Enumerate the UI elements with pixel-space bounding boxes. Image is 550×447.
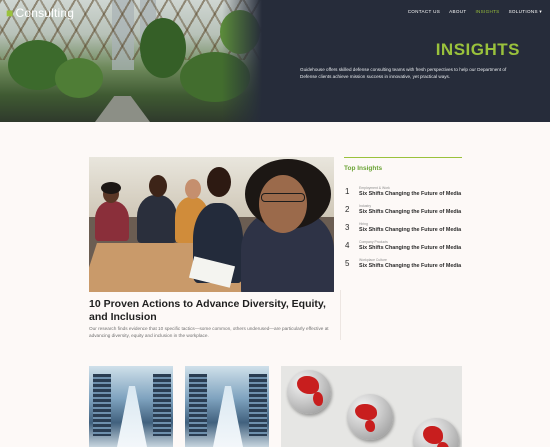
- brand-logo[interactable]: ■ Consulting: [6, 6, 74, 20]
- list-item[interactable]: 5 Workplace Culture Six Shifts Changing …: [344, 258, 462, 276]
- top-insights-list: 1 Employment & Work Six Shifts Changing …: [344, 186, 462, 276]
- feature-summary: Our research finds evidence that 10 spec…: [89, 326, 329, 338]
- article-card-image[interactable]: [89, 366, 173, 447]
- item-category: Industry: [359, 204, 372, 208]
- item-title[interactable]: Six Shifts Changing the Future of Media: [359, 227, 461, 233]
- globe-icon: [347, 394, 393, 440]
- item-category: Employment & Work: [359, 186, 390, 190]
- list-item[interactable]: 3 Hiring Six Shifts Changing the Future …: [344, 222, 462, 240]
- item-title[interactable]: Six Shifts Changing the Future of Media: [359, 191, 461, 197]
- item-title[interactable]: Six Shifts Changing the Future of Media: [359, 209, 461, 215]
- nav-solutions[interactable]: SOLUTIONS ▾: [509, 9, 542, 15]
- hero-description: Guidehouse offers skilled defense consul…: [300, 67, 507, 79]
- hero-banner: ■ Consulting CONTACT US ABOUT INSIGHTS SO…: [0, 0, 550, 122]
- item-number: 1: [345, 187, 350, 196]
- globe-icon: [413, 418, 459, 447]
- list-item[interactable]: 1 Employment & Work Six Shifts Changing …: [344, 186, 462, 204]
- item-title[interactable]: Six Shifts Changing the Future of Media: [359, 263, 461, 269]
- item-number: 4: [345, 241, 350, 250]
- item-number: 2: [345, 205, 350, 214]
- nav-about[interactable]: ABOUT: [449, 9, 466, 15]
- feature-title[interactable]: 10 Proven Actions to Advance Diversity, …: [89, 298, 339, 323]
- nav-contact-us[interactable]: CONTACT US: [408, 9, 440, 15]
- feature-image[interactable]: [89, 157, 334, 292]
- main-nav: CONTACT US ABOUT INSIGHTS SOLUTIONS ▾: [408, 9, 542, 15]
- item-category: Company Products: [359, 240, 388, 244]
- divider: [340, 290, 341, 340]
- top-insights-title: Top Insights: [344, 165, 383, 172]
- list-item[interactable]: 2 Industry Six Shifts Changing the Futur…: [344, 204, 462, 222]
- item-category: Workplace Culture: [359, 258, 387, 262]
- item-title[interactable]: Six Shifts Changing the Future of Media: [359, 245, 461, 251]
- article-card-image[interactable]: [281, 366, 462, 447]
- list-item[interactable]: 4 Company Products Six Shifts Changing t…: [344, 240, 462, 258]
- brand-name: Consulting: [15, 6, 75, 20]
- item-category: Hiring: [359, 222, 368, 226]
- item-number: 3: [345, 223, 350, 232]
- brand-mark-icon: ■: [6, 6, 14, 20]
- page-title: INSIGHTS: [435, 40, 520, 59]
- article-card-image[interactable]: [185, 366, 269, 447]
- top-insights: Top Insights 1 Employment & Work Six Shi…: [344, 157, 462, 276]
- globe-icon: [287, 370, 331, 414]
- nav-insights[interactable]: INSIGHTS: [475, 9, 499, 15]
- item-number: 5: [345, 259, 350, 268]
